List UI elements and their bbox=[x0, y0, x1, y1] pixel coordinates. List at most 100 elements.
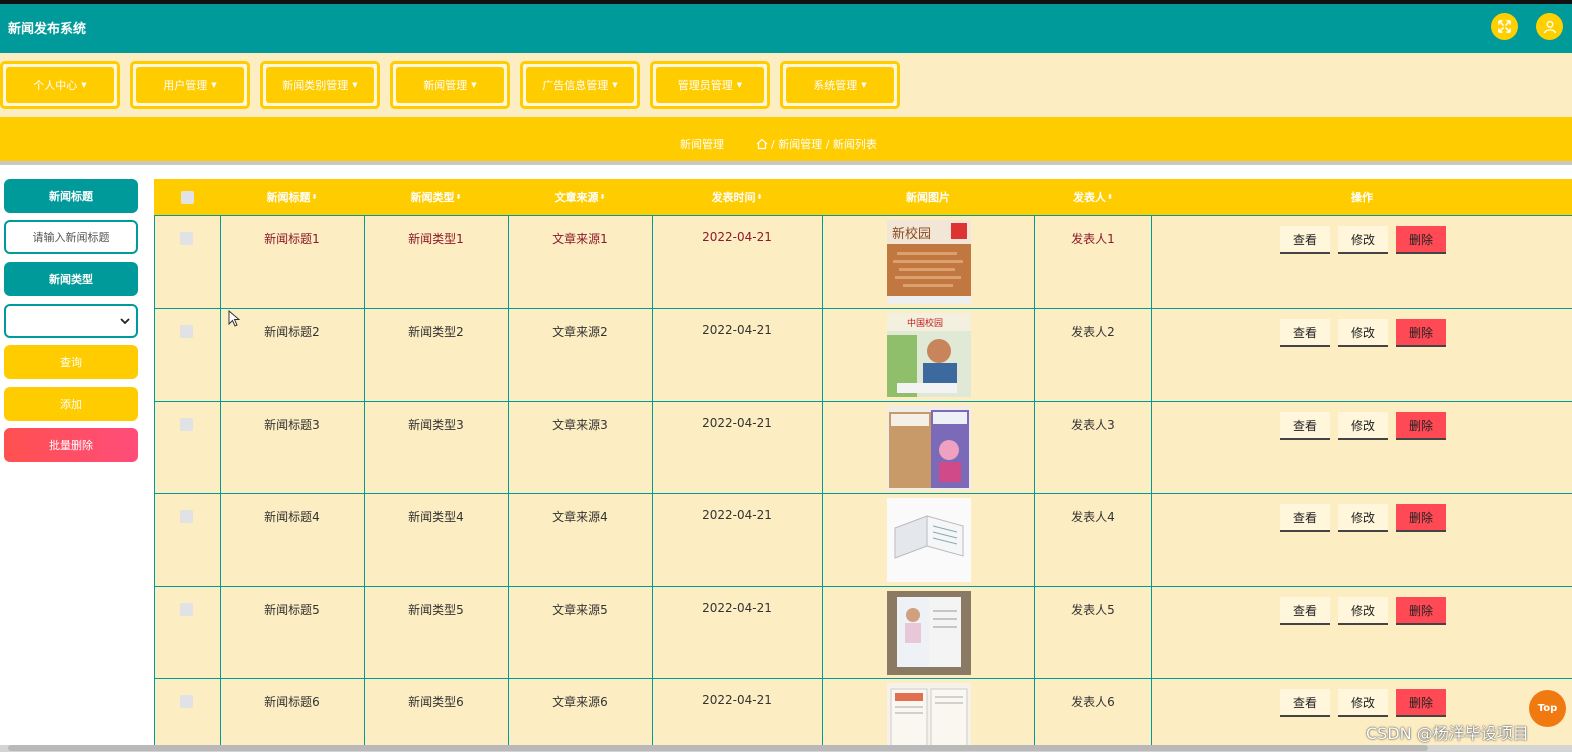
app-header: 新闻发布系统 bbox=[0, 4, 1572, 53]
edit-button[interactable]: 修改 bbox=[1338, 689, 1388, 717]
nav-system-management[interactable]: 系统管理 ▼ bbox=[780, 61, 900, 109]
home-icon[interactable] bbox=[756, 138, 768, 150]
view-button[interactable]: 查看 bbox=[1280, 689, 1330, 717]
row-checkbox[interactable] bbox=[180, 418, 193, 431]
caret-down-icon: ▼ bbox=[861, 81, 867, 89]
nav-label: 个人中心 bbox=[33, 79, 78, 92]
nav-ad-management[interactable]: 广告信息管理 ▼ bbox=[520, 61, 640, 109]
delete-button[interactable]: 删除 bbox=[1396, 504, 1446, 532]
cell-type: 新闻类型3 bbox=[408, 418, 464, 432]
svg-text:中国校园: 中国校园 bbox=[907, 317, 943, 329]
th-label: 发表时间 bbox=[711, 191, 756, 204]
news-type-select[interactable] bbox=[4, 304, 138, 338]
table-row[interactable]: 新闻标题6 新闻类型6 文章来源6 2022-04-21 发表人6 查看 修改 … bbox=[154, 678, 1572, 745]
edit-button[interactable]: 修改 bbox=[1338, 412, 1388, 440]
delete-button[interactable]: 删除 bbox=[1396, 319, 1446, 347]
th-label: 文章来源 bbox=[554, 191, 599, 204]
select-all-checkbox[interactable] bbox=[154, 179, 220, 215]
nav-personal-center[interactable]: 个人中心 ▼ bbox=[0, 61, 120, 109]
row-checkbox[interactable] bbox=[180, 510, 193, 523]
query-button[interactable]: 查询 bbox=[4, 345, 138, 379]
app-title: 新闻发布系统 bbox=[8, 22, 87, 37]
delete-button[interactable]: 删除 bbox=[1396, 412, 1446, 440]
news-image bbox=[887, 406, 971, 490]
cell-source: 文章来源6 bbox=[552, 695, 608, 709]
nav-label: 新闻管理 bbox=[423, 79, 468, 92]
th-label: 发表人 bbox=[1073, 191, 1107, 204]
cell-source: 文章来源5 bbox=[552, 603, 608, 617]
view-button[interactable]: 查看 bbox=[1280, 597, 1330, 625]
edit-button[interactable]: 修改 bbox=[1338, 504, 1388, 532]
edit-button[interactable]: 修改 bbox=[1338, 597, 1388, 625]
watermark: CSDN @杨洋毕设项目 bbox=[1366, 724, 1529, 743]
nav-label: 管理员管理 bbox=[677, 79, 733, 92]
cell-type: 新闻类型6 bbox=[408, 695, 464, 709]
fullscreen-icon[interactable] bbox=[1491, 13, 1518, 40]
add-button[interactable]: 添加 bbox=[4, 387, 138, 421]
news-image: 新校园 bbox=[887, 220, 971, 304]
news-table: 新闻标题 ⬍ 新闻类型 ⬍ 文章来源 ⬍ 发表时间 ⬍ 新闻图片 发表人 ⬍ 操作 新闻标… bbox=[154, 179, 1572, 745]
cell-source: 文章来源1 bbox=[552, 232, 608, 246]
view-button[interactable]: 查看 bbox=[1280, 226, 1330, 254]
table-row[interactable]: 新闻标题2 新闻类型2 文章来源2 2022-04-21 中国校园 发表人2 查… bbox=[154, 308, 1572, 401]
sort-icon: ⬍ bbox=[756, 193, 763, 201]
table-row[interactable]: 新闻标题5 新闻类型5 文章来源5 2022-04-21 发表人5 查看 修改 … bbox=[154, 586, 1572, 679]
back-to-top-button[interactable]: Top bbox=[1529, 690, 1566, 727]
view-button[interactable]: 查看 bbox=[1280, 412, 1330, 440]
th-time[interactable]: 发表时间 ⬍ bbox=[652, 179, 822, 215]
cell-type: 新闻类型2 bbox=[408, 325, 464, 339]
sort-icon: ⬍ bbox=[455, 193, 462, 201]
table-row[interactable]: 新闻标题3 新闻类型3 文章来源3 2022-04-21 发表人3 查看 修改 … bbox=[154, 401, 1572, 494]
table-row[interactable]: 新闻标题1 新闻类型1 文章来源1 2022-04-21 新校园 发表人1 查看… bbox=[154, 215, 1572, 308]
nav-label: 新闻类别管理 bbox=[282, 79, 349, 92]
news-image bbox=[887, 683, 971, 745]
user-icon[interactable] bbox=[1536, 13, 1563, 40]
table-row[interactable]: 新闻标题4 新闻类型4 文章来源4 2022-04-21 发表人4 查看 修改 … bbox=[154, 493, 1572, 586]
cell-time: 2022-04-21 bbox=[702, 508, 772, 522]
nav-admin-management[interactable]: 管理员管理 ▼ bbox=[650, 61, 770, 109]
delete-button[interactable]: 删除 bbox=[1396, 226, 1446, 254]
news-image bbox=[887, 498, 971, 582]
edit-button[interactable]: 修改 bbox=[1338, 226, 1388, 254]
edit-button[interactable]: 修改 bbox=[1338, 319, 1388, 347]
sort-icon: ⬍ bbox=[1107, 193, 1113, 201]
scrollbar-thumb[interactable] bbox=[8, 745, 1428, 751]
nav-user-management[interactable]: 用户管理 ▼ bbox=[130, 61, 250, 109]
th-actions: 操作 bbox=[1152, 179, 1572, 215]
batch-delete-button[interactable]: 批量删除 bbox=[4, 428, 138, 462]
caret-down-icon: ▼ bbox=[736, 81, 743, 89]
delete-button[interactable]: 删除 bbox=[1396, 689, 1446, 717]
row-checkbox[interactable] bbox=[180, 232, 193, 245]
th-label: 新闻标题 bbox=[266, 191, 311, 204]
cell-time: 2022-04-21 bbox=[702, 230, 772, 244]
caret-down-icon: ▼ bbox=[612, 81, 618, 89]
row-checkbox[interactable] bbox=[180, 325, 193, 338]
cell-title: 新闻标题3 bbox=[264, 418, 320, 432]
th-source[interactable]: 文章来源 ⬍ bbox=[508, 179, 652, 215]
cell-title: 新闻标题5 bbox=[264, 603, 320, 617]
nav-news-category-management[interactable]: 新闻类别管理 ▼ bbox=[260, 61, 380, 109]
view-button[interactable]: 查看 bbox=[1280, 319, 1330, 347]
cell-type: 新闻类型5 bbox=[408, 603, 464, 617]
nav-news-management[interactable]: 新闻管理 ▼ bbox=[390, 61, 510, 109]
news-title-label: 新闻标题 bbox=[4, 179, 138, 213]
th-label: 新闻类型 bbox=[410, 191, 455, 204]
row-checkbox[interactable] bbox=[180, 695, 193, 708]
row-checkbox[interactable] bbox=[180, 603, 193, 616]
th-author[interactable]: 发表人 ⬍ bbox=[1034, 179, 1152, 215]
view-button[interactable]: 查看 bbox=[1280, 504, 1330, 532]
cell-time: 2022-04-21 bbox=[702, 323, 772, 337]
news-type-label: 新闻类型 bbox=[4, 262, 138, 296]
sort-icon: ⬍ bbox=[599, 193, 606, 201]
th-title[interactable]: 新闻标题 ⬍ bbox=[220, 179, 364, 215]
th-type[interactable]: 新闻类型 ⬍ bbox=[364, 179, 508, 215]
cell-time: 2022-04-21 bbox=[702, 416, 772, 430]
news-title-input[interactable]: 请输入新闻标题 bbox=[4, 220, 138, 254]
table-header: 新闻标题 ⬍ 新闻类型 ⬍ 文章来源 ⬍ 发表时间 ⬍ 新闻图片 发表人 ⬍ 操作 bbox=[154, 179, 1572, 215]
th-label: 操作 bbox=[1351, 191, 1373, 204]
mouse-cursor-icon bbox=[228, 310, 240, 327]
delete-button[interactable]: 删除 bbox=[1396, 597, 1446, 625]
breadcrumb: / 新闻管理 / 新闻列表 bbox=[756, 136, 877, 152]
cell-title: 新闻标题4 bbox=[264, 510, 320, 524]
nav-label: 用户管理 bbox=[163, 79, 208, 92]
